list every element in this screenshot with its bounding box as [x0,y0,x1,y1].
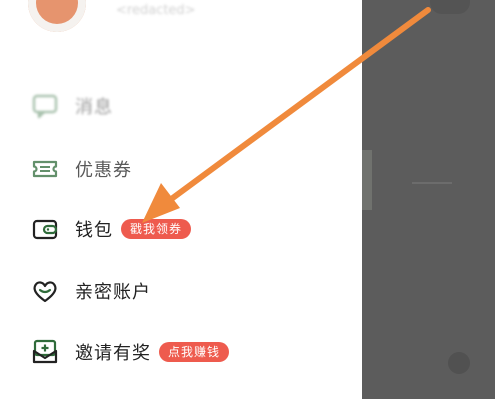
background-top-element [430,0,470,14]
menu-item-coupons[interactable]: 优惠券 [30,149,350,189]
profile-subtitle: <redacted> [116,3,196,18]
wallet-promo-badge[interactable]: 戳我领券 [121,219,192,239]
menu-item-wallet[interactable]: 钱包 戳我领券 [30,209,350,249]
chat-icon [30,91,60,121]
menu-label-coupons: 优惠券 [75,160,132,181]
coupon-icon [30,154,60,184]
envelope-plus-icon [30,337,60,367]
heart-icon [30,276,60,306]
menu-label-wallet: 钱包 [75,220,113,241]
menu-label-messages: 消息 [75,97,113,118]
invite-promo-badge[interactable]: 点我赚钱 [159,342,230,362]
menu-item-messages[interactable]: 消息 [30,86,350,126]
menu-label-invite: 邀请有奖 [75,343,151,364]
drawer-scrim-overlay[interactable] [362,0,495,399]
background-floating-button [448,352,470,374]
menu-item-family-account[interactable]: 亲密账户 [30,271,350,311]
menu-item-invite[interactable]: 邀请有奖 点我赚钱 [30,332,350,372]
background-divider [412,182,452,184]
menu-label-family-account: 亲密账户 [75,282,151,303]
side-drawer: <redacted> 消息 优惠券 钱包 戳我领券 亲密账户 邀请有奖 点我赚钱 [0,0,362,399]
avatar[interactable] [28,0,86,32]
wallet-icon [30,214,60,244]
background-content-hint [362,150,372,210]
profile-header[interactable]: <redacted> [0,0,362,40]
